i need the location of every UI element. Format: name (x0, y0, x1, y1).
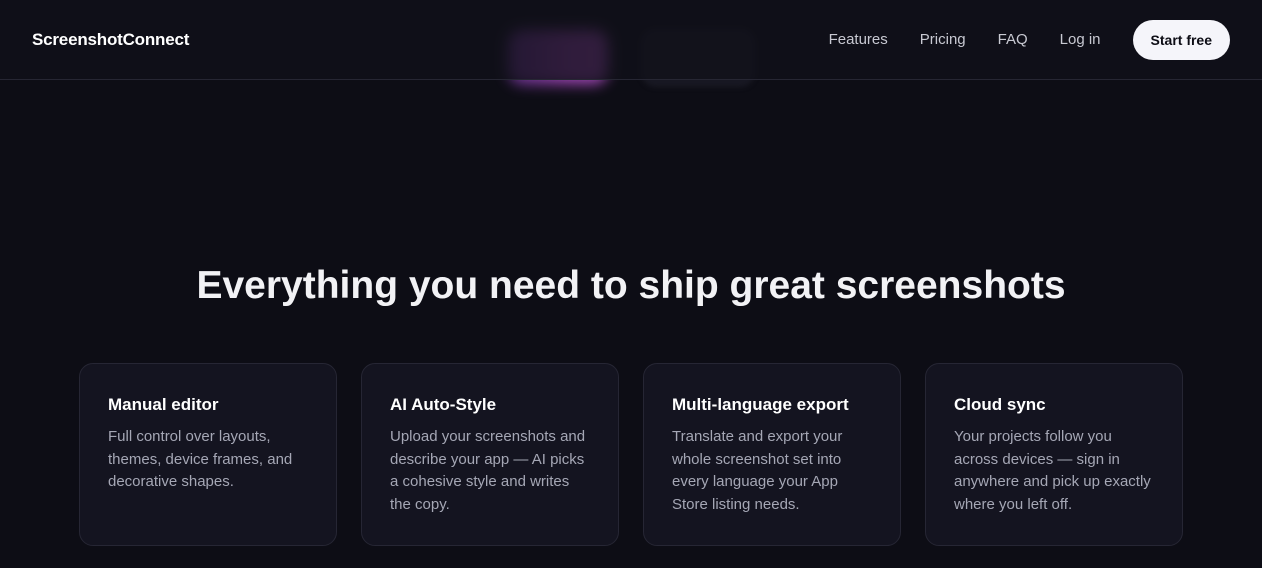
main-nav: Features Pricing FAQ Log in Start free (829, 0, 1230, 80)
feature-card-description: Translate and export your whole screensh… (672, 428, 843, 513)
start-free-button[interactable]: Start free (1132, 20, 1230, 60)
feature-card-ai-auto-style: AI Auto-Style Upload your screenshots an… (361, 363, 619, 546)
feature-card-cloud-sync: Cloud sync Your projects follow you acro… (925, 363, 1183, 546)
feature-card-title: Multi-language export (672, 395, 849, 414)
feature-card-description: Full control over layouts, themes, devic… (108, 428, 293, 490)
feature-card-title: Manual editor (108, 395, 219, 414)
nav-link-features[interactable]: Features (829, 30, 888, 50)
feature-card-multi-language-export: Multi-language export Translate and expo… (643, 363, 901, 546)
feature-card-manual-editor: Manual editor Full control over layouts,… (79, 363, 337, 546)
logo[interactable]: ScreenshotConnect (32, 29, 189, 51)
feature-card-title: AI Auto-Style (390, 395, 497, 414)
feature-card-description: Upload your screenshots and describe you… (390, 428, 586, 513)
nav-link-login[interactable]: Log in (1060, 30, 1101, 50)
feature-cards: Manual editor Full control over layouts,… (79, 363, 1183, 546)
nav-link-pricing[interactable]: Pricing (920, 30, 966, 50)
nav-link-faq[interactable]: FAQ (998, 30, 1028, 50)
feature-card-description: Your projects follow you across devices … (954, 428, 1151, 513)
features-section-title: Everything you need to ship great screen… (196, 264, 1066, 307)
feature-card-title: Cloud sync (954, 395, 1046, 414)
top-navbar: ScreenshotConnect Features Pricing FAQ L… (0, 0, 1262, 80)
